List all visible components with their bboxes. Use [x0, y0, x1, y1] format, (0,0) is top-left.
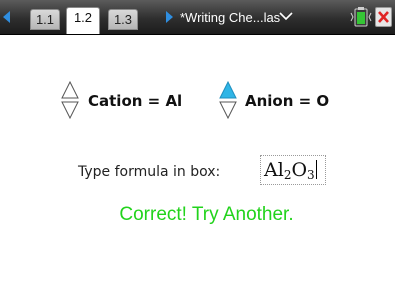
formula-base-1: Al: [264, 159, 284, 181]
tab-1-2[interactable]: 1.2: [66, 7, 100, 34]
document-title[interactable]: *Writing Che...las: [180, 9, 280, 27]
close-button[interactable]: [375, 7, 392, 27]
feedback-message: Correct! Try Another.: [119, 204, 294, 225]
chevron-down-icon[interactable]: [278, 10, 294, 22]
tab-1-3[interactable]: 1.3: [108, 9, 138, 30]
text-cursor: [315, 160, 317, 179]
scroll-tabs-right-icon[interactable]: [166, 11, 173, 23]
anion-spinner[interactable]: [219, 80, 237, 120]
scroll-tabs-left-icon[interactable]: [3, 11, 10, 23]
tab-1-1[interactable]: 1.1: [30, 9, 60, 30]
close-icon: [378, 11, 389, 23]
anion-increment-icon: [219, 80, 237, 99]
cation-increment-icon: [61, 80, 79, 99]
tab-bar: 1.1 1.2 1.3 *Writing Che...las: [0, 0, 395, 35]
battery-icon: [350, 7, 372, 27]
formula-input[interactable]: Al2O3: [260, 155, 326, 185]
formula-subscript-2: 3: [307, 168, 315, 182]
anion-decrement-icon: [219, 101, 237, 120]
formula-base-2: O: [291, 159, 308, 181]
cation-spinner[interactable]: [61, 80, 79, 120]
formula-prompt: Type formula in box:: [78, 164, 221, 180]
cation-decrement-icon: [61, 101, 79, 120]
cation-value-label: Cation = Al: [88, 92, 183, 110]
anion-value-label: Anion = O: [245, 92, 330, 110]
